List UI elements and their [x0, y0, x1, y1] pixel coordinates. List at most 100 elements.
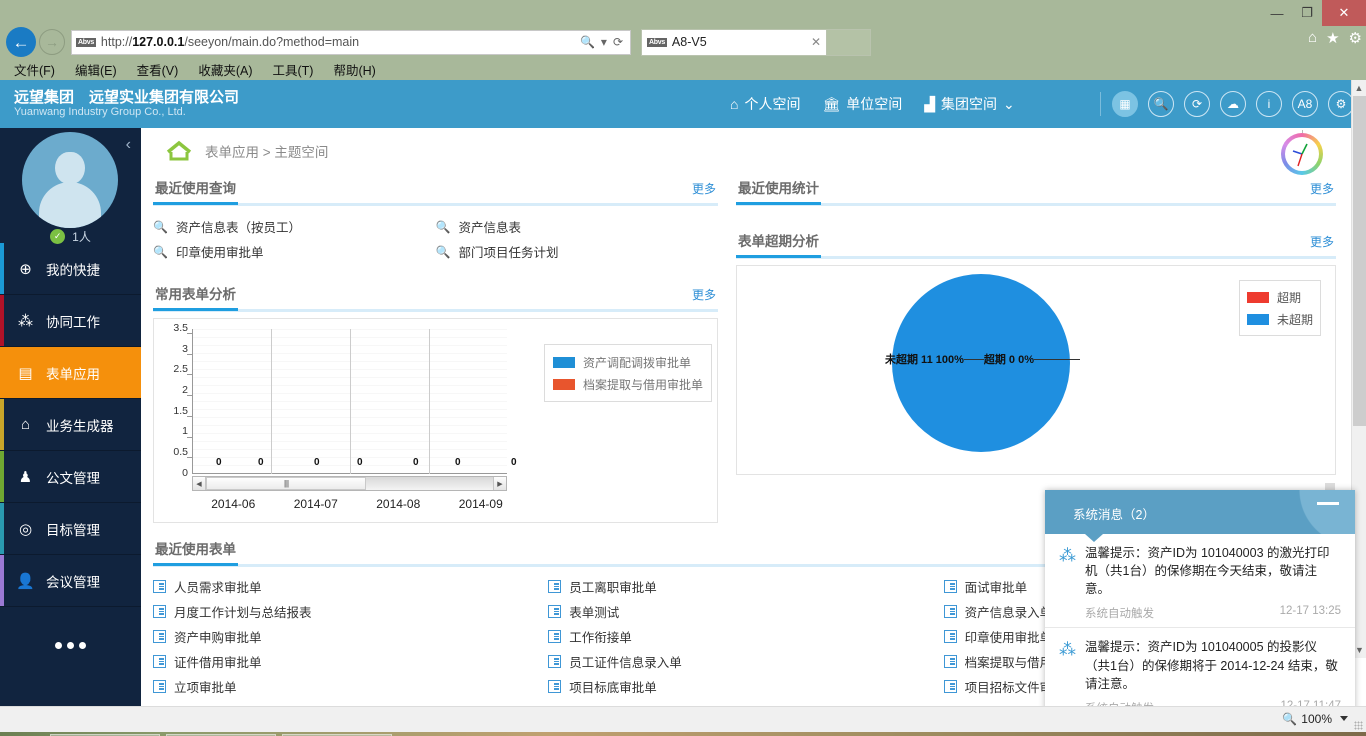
sidebar-item-goal-management[interactable]: ◎ 目标管理	[0, 503, 141, 555]
browser-tab[interactable]: Abvs A8-V5 ✕	[641, 29, 827, 56]
y-tick-label: 0	[154, 467, 188, 488]
minimize-button[interactable]: —	[1262, 0, 1292, 26]
avatar-body	[39, 182, 101, 228]
list-item[interactable]: 🔍资产信息表（按员工）	[153, 214, 436, 239]
resize-grip[interactable]	[1354, 721, 1363, 730]
form-icon	[548, 605, 561, 618]
list-item[interactable]: 表单测试	[548, 599, 943, 624]
cloud-icon[interactable]: ☁	[1220, 91, 1246, 117]
nav-group-space[interactable]: ▟ 集团空间 ⌄	[924, 94, 1015, 114]
scrollbar-thumb[interactable]	[1353, 96, 1366, 426]
form-icon	[944, 580, 957, 593]
refresh-icon[interactable]: ⟳	[610, 35, 626, 49]
list-item[interactable]: 立项审批单	[153, 674, 548, 699]
list-item[interactable]: 月度工作计划与总结报表	[153, 599, 548, 624]
menu-favorites[interactable]: 收藏夹(A)	[198, 60, 252, 79]
message-item[interactable]: ⁂ 温馨提示：资产ID为 101040005 的投影仪（共1台）的保修期将于 2…	[1045, 628, 1355, 706]
legend-entry[interactable]: 超期	[1247, 286, 1313, 308]
sidebar-more-dots[interactable]	[0, 607, 141, 659]
form-icon	[944, 605, 957, 618]
list-item[interactable]: 🔍印章使用审批单	[153, 239, 436, 264]
forward-button[interactable]: →	[39, 29, 65, 55]
scroll-right-icon[interactable]: ▶	[493, 477, 506, 490]
search-icon[interactable]: 🔍	[1148, 91, 1174, 117]
list-item[interactable]: 项目标底审批单	[548, 674, 943, 699]
nav-unit-space[interactable]: 🏛 单位空间	[822, 94, 902, 114]
list-item[interactable]: 证件借用审批单	[153, 649, 548, 674]
clock-dial	[1285, 137, 1319, 171]
search-icon[interactable]: 🔍	[577, 35, 598, 49]
more-link[interactable]: 更多	[692, 286, 716, 303]
dropdown-caret-icon[interactable]: ▾	[598, 35, 610, 49]
home-green-icon[interactable]	[165, 139, 193, 163]
menu-bar: 文件(F) 编辑(E) 查看(V) 收藏夹(A) 工具(T) 帮助(H)	[0, 58, 1366, 80]
a8-icon[interactable]: A8	[1292, 91, 1318, 117]
legend-entry[interactable]: 档案提取与借用审批单	[553, 373, 703, 395]
restore-button[interactable]: ❐	[1292, 0, 1322, 26]
tab-close-icon[interactable]: ✕	[811, 35, 821, 49]
list-item[interactable]: 人员需求审批单	[153, 574, 548, 599]
header-icon-group: ▦ 🔍 ⟳ ☁ i A8 ⚙	[1112, 80, 1354, 128]
menu-tools[interactable]: 工具(T)	[272, 60, 313, 79]
zoom-indicator[interactable]: 🔍 100%	[1282, 712, 1332, 726]
address-bar[interactable]: Abvs http://127.0.0.1/seeyon/main.do?met…	[71, 30, 631, 55]
star-icon[interactable]: ★	[1326, 29, 1339, 47]
close-button[interactable]: ✕	[1322, 0, 1366, 26]
menu-view[interactable]: 查看(V)	[137, 60, 179, 79]
more-link[interactable]: 更多	[1310, 180, 1334, 197]
nav-personal-space[interactable]: ⌂ 个人空间	[730, 94, 800, 114]
sidebar-collapse-icon[interactable]: ‹	[126, 136, 131, 154]
info-icon[interactable]: i	[1256, 91, 1282, 117]
scroll-left-icon[interactable]: ◀	[193, 477, 206, 490]
clock-widget[interactable]	[1281, 133, 1323, 175]
sidebar-item-business-builder[interactable]: ⌂ 业务生成器	[0, 399, 141, 451]
legend-entry[interactable]: 未超期	[1247, 308, 1313, 330]
list-item-label: 面试审批单	[965, 577, 1028, 596]
y-tick-label: 0.5	[154, 446, 188, 467]
back-button[interactable]: ←	[4, 27, 38, 57]
more-link[interactable]: 更多	[692, 180, 716, 197]
pie-chart-legend: 超期 未超期	[1239, 280, 1321, 336]
home-icon[interactable]: ⌂	[1308, 29, 1317, 47]
list-item[interactable]: 员工证件信息录入单	[548, 649, 943, 674]
sidebar-item-meeting-management[interactable]: 👤 会议管理	[0, 555, 141, 607]
refresh-icon[interactable]: ⟳	[1184, 91, 1210, 117]
bar-chart-horizontal-scrollbar[interactable]: ◀ |||| ▶	[192, 476, 507, 491]
sidebar-item-form-application[interactable]: ▤ 表单应用	[0, 347, 141, 399]
scrollbar-thumb[interactable]: ||||	[206, 477, 366, 490]
list-item[interactable]: 🔍部门项目任务计划	[436, 239, 719, 264]
list-item[interactable]: 员工离职审批单	[548, 574, 943, 599]
grid-icon[interactable]: ▦	[1112, 91, 1138, 117]
form-icon	[548, 680, 561, 693]
bar-chart: 3.5 3 2.5 2 1.5 1 0.5 0	[153, 318, 718, 523]
axis-tick	[187, 333, 192, 334]
more-link[interactable]: 更多	[1310, 233, 1334, 250]
scroll-up-icon[interactable]: ▲	[1352, 80, 1366, 96]
chevron-down-icon[interactable]: ⌄	[1003, 96, 1015, 113]
message-item[interactable]: ⁂ 温馨提示：资产ID为 101040003 的激光打印机（共1台）的保修期在今…	[1045, 534, 1355, 628]
minimize-icon[interactable]	[1317, 502, 1339, 505]
sidebar-item-document-management[interactable]: ♟ 公文管理	[0, 451, 141, 503]
section-form-analysis-header: 常用表单分析 更多	[153, 280, 718, 312]
sidebar-item-collaboration[interactable]: ⁂ 协同工作	[0, 295, 141, 347]
scrollbar-track[interactable]	[366, 477, 493, 490]
bar-chart-legend: 资产调配调拨审批单 档案提取与借用审批单	[544, 344, 712, 402]
menu-edit[interactable]: 编辑(E)	[75, 60, 117, 79]
zoom-dropdown-caret[interactable]	[1340, 716, 1348, 721]
menu-file[interactable]: 文件(F)	[14, 60, 55, 79]
sidebar-item-my-shortcuts[interactable]: ⊕ 我的快捷	[0, 243, 141, 295]
list-item-label: 资产申购审批单	[174, 627, 262, 646]
list-item[interactable]: 🔍资产信息表	[436, 214, 719, 239]
gridline	[271, 329, 272, 474]
list-item[interactable]: 资产申购审批单	[153, 624, 548, 649]
legend-entry[interactable]: 资产调配调拨审批单	[553, 351, 703, 373]
new-tab-button[interactable]	[827, 29, 871, 56]
x-tick-label: 2014-08	[357, 497, 440, 511]
gear-icon[interactable]: ⚙	[1349, 29, 1362, 47]
clock-face	[1281, 133, 1323, 175]
menu-help[interactable]: 帮助(H)	[333, 60, 375, 79]
message-meta: 系统自动触发 12-17 13:25	[1085, 605, 1341, 621]
list-item[interactable]: 工作衔接单	[548, 624, 943, 649]
popup-notch	[1085, 534, 1103, 542]
avatar[interactable]	[22, 132, 118, 228]
